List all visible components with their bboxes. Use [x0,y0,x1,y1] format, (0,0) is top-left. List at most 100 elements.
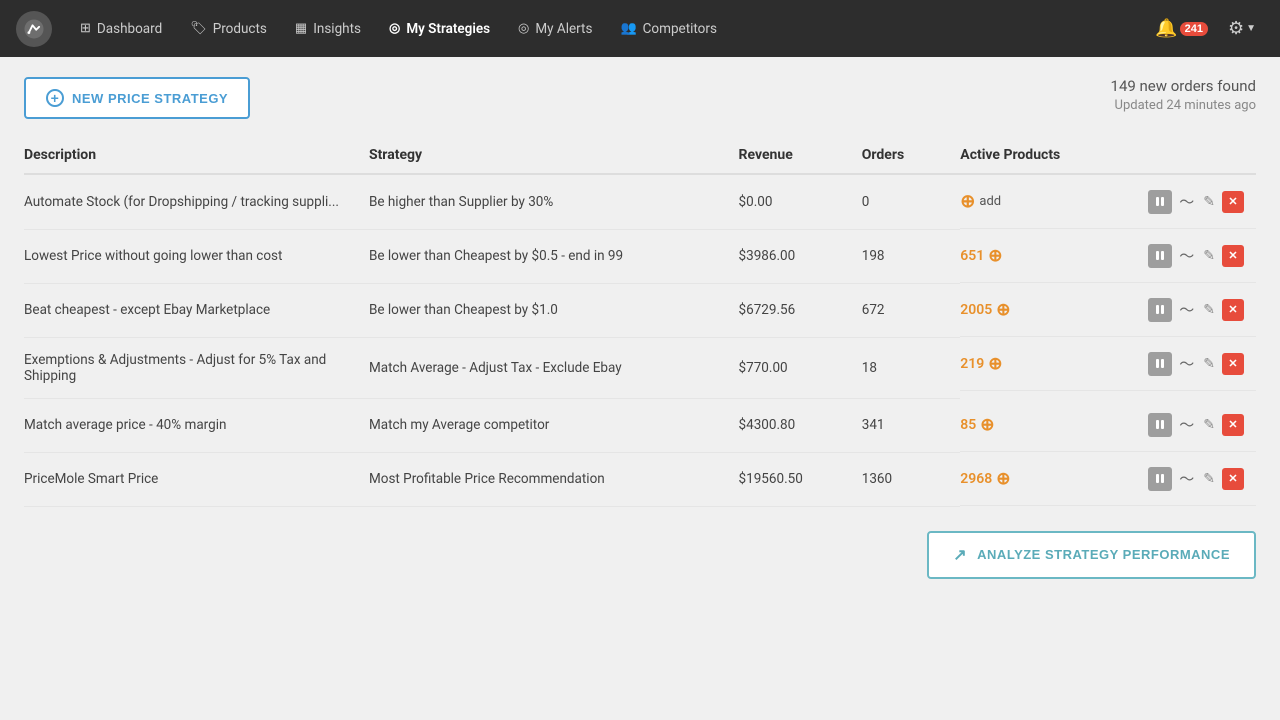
cell-description: PriceMole Smart Price [24,452,369,506]
add-products-btn[interactable]: ⊕ add [960,191,1001,212]
row-actions: 〜 ✎ ✕ [1148,351,1244,376]
edit-button[interactable]: ✎ [1201,414,1217,435]
navbar: ⊞ Dashboard 🏷 Products ▦ Insights ◎ My S… [0,0,1280,57]
row-actions: 〜 ✎ ✕ [1148,189,1244,214]
analytics-button[interactable]: 〜 [1177,466,1196,491]
x-icon: ✕ [1228,357,1237,370]
pause-icon [1156,420,1164,429]
nav-products[interactable]: 🏷 Products [178,15,279,43]
cell-description: Exemptions & Adjustments - Adjust for 5%… [24,337,369,398]
pencil-icon: ✎ [1203,193,1215,209]
active-count-link[interactable]: 651 ⊕ [960,246,1002,266]
active-count-link[interactable]: 2005 ⊕ [960,300,1010,320]
delete-button[interactable]: ✕ [1222,191,1244,213]
cell-revenue: $6729.56 [739,283,862,337]
analytics-button[interactable]: 〜 [1177,351,1196,376]
pause-button[interactable] [1148,413,1172,437]
notifications-button[interactable]: 🔔 241 [1151,14,1212,43]
x-icon: ✕ [1228,418,1237,431]
cell-strategy: Be lower than Cheapest by $0.5 - end in … [369,229,739,283]
pause-icon [1156,197,1164,206]
table-row: Exemptions & Adjustments - Adjust for 5%… [24,337,1256,398]
cell-orders: 1360 [862,452,961,506]
table-header-row: Description Strategy Revenue Orders Acti… [24,139,1256,174]
cell-revenue: $4300.80 [739,398,862,452]
cell-revenue: $3986.00 [739,229,862,283]
cell-revenue: $19560.50 [739,452,862,506]
analytics-button[interactable]: 〜 [1177,297,1196,322]
col-description: Description [24,139,369,174]
cell-active-products: 2968 ⊕ 〜 ✎ ✕ [960,452,1256,506]
cell-active-products: 2005 ⊕ 〜 ✎ ✕ [960,283,1256,337]
cell-orders: 341 [862,398,961,452]
top-bar: + NEW PRICE STRATEGY 149 new orders foun… [24,77,1256,119]
nav-my-strategies[interactable]: ◎ My Strategies [377,15,502,43]
edit-button[interactable]: ✎ [1201,468,1217,489]
active-count-link[interactable]: 2968 ⊕ [960,469,1010,489]
plus-circle-icon: + [46,89,64,107]
edit-button[interactable]: ✎ [1201,299,1217,320]
active-count-link[interactable]: 85 ⊕ [960,415,994,435]
cell-orders: 18 [862,337,961,398]
delete-button[interactable]: ✕ [1222,299,1244,321]
count-plus-icon: ⊕ [988,354,1002,374]
pause-icon [1156,305,1164,314]
count-plus-icon: ⊕ [996,469,1010,489]
new-price-strategy-button[interactable]: + NEW PRICE STRATEGY [24,77,250,119]
trend-icon: 〜 [1179,471,1194,488]
nav-right-actions: 🔔 241 ⚙ ▼ [1151,14,1264,43]
analyze-strategy-button[interactable]: ↗ ANALYZE STRATEGY PERFORMANCE [927,531,1256,579]
pause-button[interactable] [1148,244,1172,268]
table-row: Beat cheapest - except Ebay MarketplaceB… [24,283,1256,337]
edit-button[interactable]: ✎ [1201,353,1217,374]
analyze-section: ↗ ANALYZE STRATEGY PERFORMANCE [24,531,1256,579]
table-row: Match average price - 40% marginMatch my… [24,398,1256,452]
col-revenue: Revenue [739,139,862,174]
nav-insights[interactable]: ▦ Insights [283,15,373,43]
col-orders: Orders [862,139,961,174]
chart-line-icon: ↗ [953,545,967,565]
trend-icon: 〜 [1179,248,1194,265]
x-icon: ✕ [1228,472,1237,485]
pencil-icon: ✎ [1203,301,1215,317]
pause-button[interactable] [1148,467,1172,491]
delete-button[interactable]: ✕ [1222,468,1244,490]
trend-icon: 〜 [1179,417,1194,434]
edit-button[interactable]: ✎ [1201,191,1217,212]
gear-icon: ⚙ [1228,18,1244,39]
cell-active-products: 219 ⊕ 〜 ✎ ✕ [960,337,1256,391]
count-value: 2005 [960,302,992,318]
pause-button[interactable] [1148,298,1172,322]
cell-description: Automate Stock (for Dropshipping / track… [24,174,369,229]
analytics-button[interactable]: 〜 [1177,243,1196,268]
cell-strategy: Match Average - Adjust Tax - Exclude Eba… [369,337,739,398]
cell-orders: 672 [862,283,961,337]
edit-button[interactable]: ✎ [1201,245,1217,266]
cell-active-products: 85 ⊕ 〜 ✎ ✕ [960,398,1256,452]
x-icon: ✕ [1228,249,1237,262]
settings-button[interactable]: ⚙ ▼ [1220,14,1264,43]
nav-dashboard[interactable]: ⊞ Dashboard [68,15,174,43]
nav-competitors[interactable]: 👥 Competitors [608,15,728,43]
count-value: 219 [960,356,984,372]
pause-button[interactable] [1148,190,1172,214]
row-actions: 〜 ✎ ✕ [1148,412,1244,437]
pencil-icon: ✎ [1203,470,1215,486]
analytics-button[interactable]: 〜 [1177,189,1196,214]
pencil-icon: ✎ [1203,416,1215,432]
analytics-button[interactable]: 〜 [1177,412,1196,437]
delete-button[interactable]: ✕ [1222,414,1244,436]
pause-button[interactable] [1148,352,1172,376]
col-strategy: Strategy [369,139,739,174]
table-row: PriceMole Smart PriceMost Profitable Pri… [24,452,1256,506]
cell-strategy: Be lower than Cheapest by $1.0 [369,283,739,337]
delete-button[interactable]: ✕ [1222,353,1244,375]
active-count-link[interactable]: 219 ⊕ [960,354,1002,374]
delete-button[interactable]: ✕ [1222,245,1244,267]
pause-icon [1156,359,1164,368]
cell-strategy: Be higher than Supplier by 30% [369,174,739,229]
nav-my-alerts[interactable]: ◎ My Alerts [506,15,604,43]
col-active-products: Active Products [960,139,1256,174]
count-value: 85 [960,417,976,433]
notification-badge: 241 [1180,22,1208,36]
